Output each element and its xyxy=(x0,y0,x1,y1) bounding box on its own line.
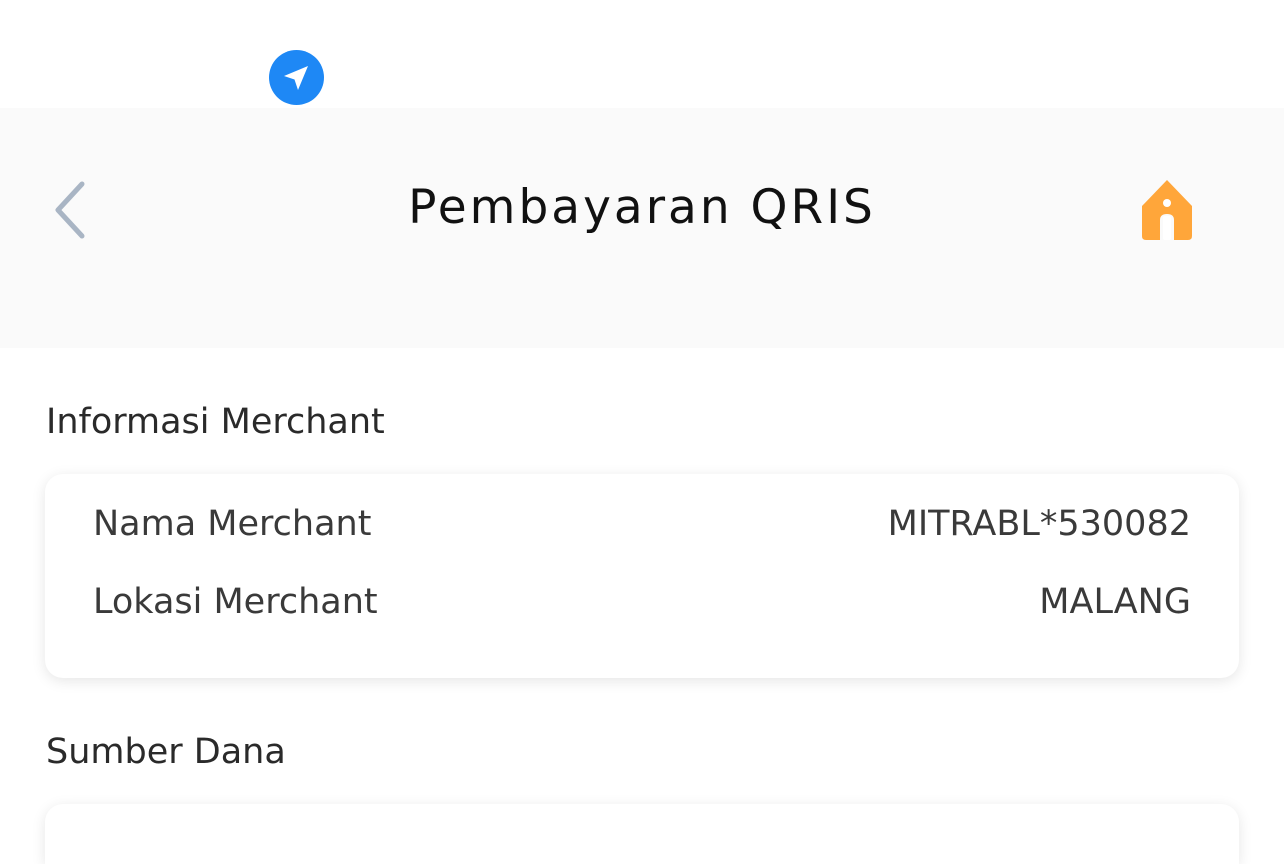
merchant-name-row: Nama Merchant MITRABL*530082 xyxy=(93,502,1191,546)
home-button[interactable] xyxy=(1136,176,1198,244)
navigation-arrow-icon xyxy=(269,50,324,105)
merchant-section-title: Informasi Merchant xyxy=(46,402,385,442)
merchant-location-label: Lokasi Merchant xyxy=(93,582,378,622)
status-bar xyxy=(0,0,1284,108)
merchant-info-card: Nama Merchant MITRABL*530082 Lokasi Merc… xyxy=(45,474,1239,678)
home-icon xyxy=(1142,180,1192,240)
page-title: Pembayaran QRIS xyxy=(408,180,876,235)
funds-section-title: Sumber Dana xyxy=(46,732,286,772)
funds-source-card[interactable] xyxy=(45,804,1239,864)
merchant-name-value: MITRABL*530082 xyxy=(887,504,1191,544)
merchant-location-row: Lokasi Merchant MALANG xyxy=(93,580,1191,624)
merchant-location-value: MALANG xyxy=(1039,582,1191,622)
merchant-name-label: Nama Merchant xyxy=(93,504,372,544)
